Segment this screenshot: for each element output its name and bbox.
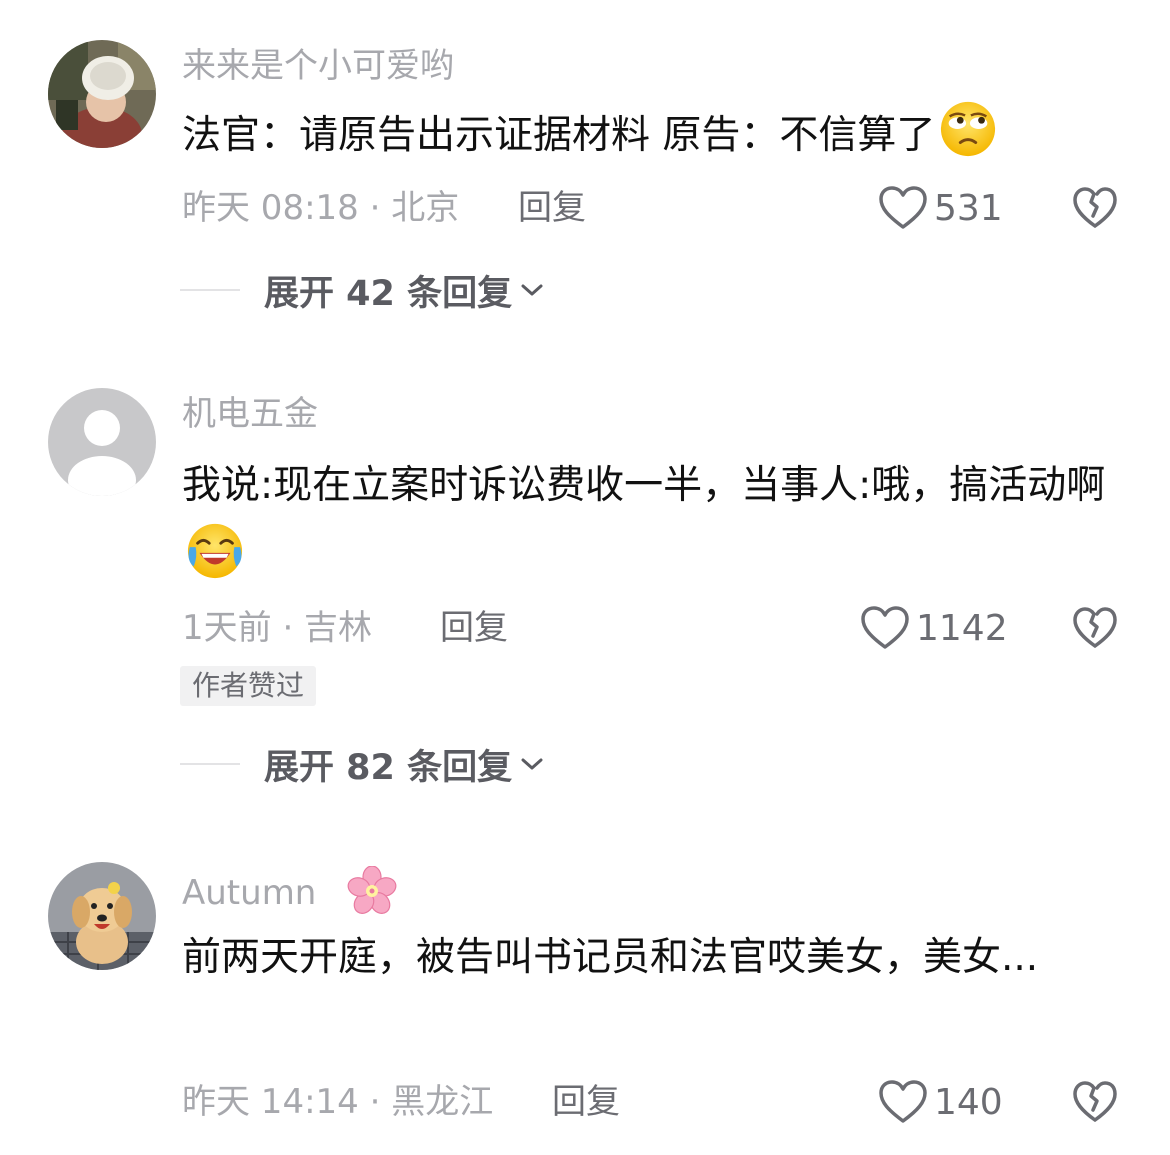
comment-meta: 昨天 14:14 · 黑龙江 (182, 1082, 494, 1122)
like-button[interactable]: 140 (878, 1080, 1003, 1124)
heart-outline-icon (879, 186, 927, 229)
comment-text-content: 我说:现在立案时诉讼费收一半，当事人:哦，搞活动啊 (182, 463, 1106, 508)
reply-button[interactable]: 回复 (440, 606, 508, 650)
heart-outline-icon (879, 1080, 927, 1123)
like-button[interactable]: 531 (878, 186, 1003, 230)
broken-heart-icon[interactable] (1072, 1080, 1118, 1124)
like-count: 531 (934, 187, 1003, 229)
username[interactable]: 来来是个小可爱哟 (182, 44, 454, 88)
heart-outline-icon (861, 606, 909, 649)
comment-text: 前两天开庭，被告叫书记员和法官哎美女，美女... (182, 922, 1122, 994)
expand-replies-label: 展开 42 条回复 (264, 273, 513, 314)
like-count: 140 (934, 1081, 1003, 1123)
expand-replies-label: 展开 82 条回复 (264, 747, 513, 788)
divider-line (180, 763, 240, 765)
reply-button[interactable]: 回复 (552, 1080, 620, 1124)
username-text: Autumn (182, 873, 317, 913)
chevron-down-icon (521, 284, 543, 296)
avatar[interactable] (48, 40, 156, 148)
cherry-blossom-emoji (347, 865, 397, 914)
avatar[interactable] (48, 862, 156, 970)
username[interactable]: Autumn (182, 865, 397, 916)
chevron-down-icon (521, 758, 543, 770)
comment-text: 法官：请原告出示证据材料 原告：不信算了 (182, 100, 1122, 172)
username[interactable]: 机电五金 (182, 392, 318, 436)
laugh-cry-emoji (187, 523, 243, 579)
broken-heart-icon[interactable] (1072, 606, 1118, 650)
comment-meta: 1天前 · 吉林 (182, 608, 373, 648)
author-liked-badge: 作者赞过 (180, 666, 317, 706)
expand-replies-button[interactable]: 展开 42 条回复 (180, 268, 544, 314)
comment-text-content: 法官：请原告出示证据材料 原告：不信算了 (182, 113, 936, 158)
avatar[interactable] (48, 388, 156, 496)
reply-button[interactable]: 回复 (518, 186, 586, 230)
divider-line (180, 289, 240, 291)
comment-text-content: 前两天开庭，被告叫书记员和法官哎美女，美女... (182, 935, 1039, 980)
expand-replies-button[interactable]: 展开 82 条回复 (180, 742, 544, 788)
like-button[interactable]: 1142 (860, 606, 1008, 650)
comment-text: 我说:现在立案时诉讼费收一半，当事人:哦，搞活动啊 (182, 450, 1122, 594)
broken-heart-icon[interactable] (1072, 186, 1118, 230)
like-count: 1142 (916, 607, 1008, 649)
comment-meta: 昨天 08:18 · 北京 (182, 188, 460, 228)
eye-roll-emoji (941, 101, 996, 157)
